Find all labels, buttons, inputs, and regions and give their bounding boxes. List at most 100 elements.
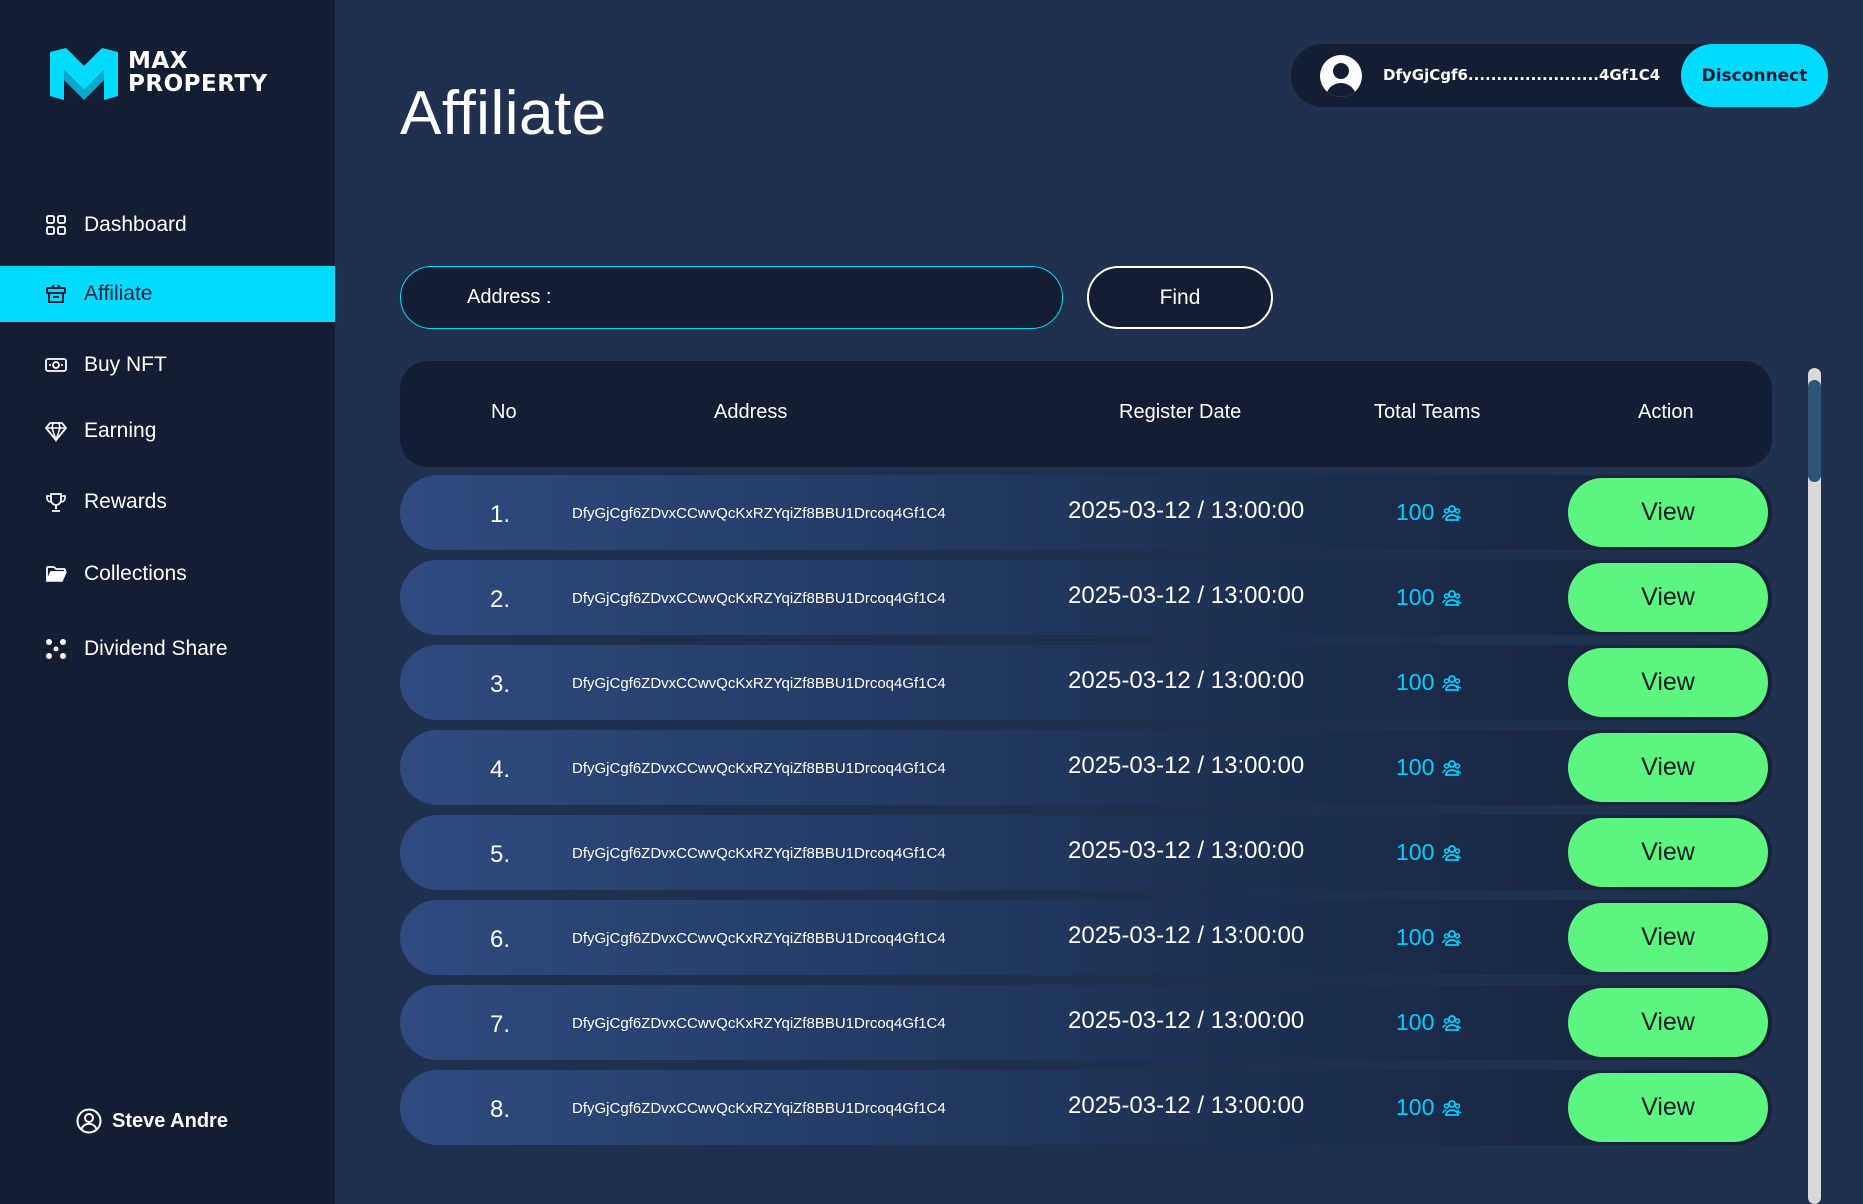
user-profile[interactable]: Steve Andre <box>76 1108 228 1134</box>
teams-count: 100 <box>1396 754 1435 780</box>
row-number: 6. <box>490 926 511 953</box>
sidebar: MAX PROPERTY Dashboard Affiliate Buy NFT… <box>0 0 335 1204</box>
row-address: DfyGjCgf6ZDvxCCwvQcKxRZYqiZf8BBU1Drcoq4G… <box>572 930 946 947</box>
logo-mark-icon <box>50 48 118 100</box>
sidebar-item-label: Dividend Share <box>84 637 228 660</box>
teams-count: 100 <box>1396 1094 1435 1120</box>
sidebar-item-earning[interactable]: Earning <box>0 403 335 459</box>
row-address: DfyGjCgf6ZDvxCCwvQcKxRZYqiZf8BBU1Drcoq4G… <box>572 590 946 607</box>
row-register-date: 2025-03-12 / 13:00:00 <box>1068 1007 1305 1034</box>
sidebar-item-label: Buy NFT <box>84 353 167 376</box>
sidebar-item-rewards[interactable]: Rewards <box>0 474 335 530</box>
share-icon <box>45 638 67 660</box>
row-register-date: 2025-03-12 / 13:00:00 <box>1068 497 1305 524</box>
table-row: 8. DfyGjCgf6ZDvxCCwvQcKxRZYqiZf8BBU1Drcoq… <box>400 1070 1772 1145</box>
row-total-teams: 100 <box>1396 499 1462 526</box>
team-icon <box>1442 929 1462 946</box>
team-icon <box>1442 759 1462 776</box>
row-register-date: 2025-03-12 / 13:00:00 <box>1068 922 1305 949</box>
sidebar-item-collections[interactable]: Collections <box>0 546 335 602</box>
row-total-teams: 100 <box>1396 1009 1462 1036</box>
scrollbar-thumb[interactable] <box>1808 380 1821 482</box>
row-register-date: 2025-03-12 / 13:00:00 <box>1068 667 1305 694</box>
disconnect-button[interactable]: Disconnect <box>1681 44 1828 107</box>
team-icon <box>1442 1014 1462 1031</box>
row-total-teams: 100 <box>1396 1094 1462 1121</box>
table-row: 1. DfyGjCgf6ZDvxCCwvQcKxRZYqiZf8BBU1Drcoq… <box>400 475 1772 550</box>
view-button[interactable]: View <box>1568 818 1768 887</box>
affiliate-icon <box>45 283 67 305</box>
address-input[interactable] <box>561 279 1045 319</box>
row-register-date: 2025-03-12 / 13:00:00 <box>1068 582 1305 609</box>
user-name: Steve Andre <box>112 1109 228 1132</box>
find-button[interactable]: Find <box>1087 266 1273 329</box>
page-title: Affiliate <box>400 79 607 148</box>
view-button[interactable]: View <box>1568 1073 1768 1142</box>
row-address: DfyGjCgf6ZDvxCCwvQcKxRZYqiZf8BBU1Drcoq4G… <box>572 845 946 862</box>
row-number: 5. <box>490 841 511 868</box>
view-button[interactable]: View <box>1568 563 1768 632</box>
avatar[interactable] <box>1320 55 1362 97</box>
sidebar-item-affiliate[interactable]: Affiliate <box>0 266 335 322</box>
team-icon <box>1442 504 1462 521</box>
team-icon <box>1442 1099 1462 1116</box>
sidebar-item-dividend-share[interactable]: Dividend Share <box>0 621 335 677</box>
table-header: No Address Register Date Total Teams Act… <box>400 361 1772 467</box>
teams-count: 100 <box>1396 1009 1435 1035</box>
view-button[interactable]: View <box>1568 903 1768 972</box>
address-label: Address : <box>467 286 552 308</box>
table-row: 4. DfyGjCgf6ZDvxCCwvQcKxRZYqiZf8BBU1Drcoq… <box>400 730 1772 805</box>
teams-count: 100 <box>1396 584 1435 610</box>
money-icon <box>45 354 67 376</box>
column-header-address: Address <box>714 401 788 423</box>
table-row: 5. DfyGjCgf6ZDvxCCwvQcKxRZYqiZf8BBU1Drcoq… <box>400 815 1772 890</box>
sidebar-item-buy-nft[interactable]: Buy NFT <box>0 337 335 393</box>
sidebar-item-label: Affiliate <box>84 282 153 305</box>
sidebar-item-label: Collections <box>84 562 187 585</box>
row-number: 7. <box>490 1011 511 1038</box>
row-address: DfyGjCgf6ZDvxCCwvQcKxRZYqiZf8BBU1Drcoq4G… <box>572 505 946 522</box>
wallet-address: DfyGjCgf6.......................4Gf1C4 <box>1383 66 1661 84</box>
sidebar-item-dashboard[interactable]: Dashboard <box>0 197 335 253</box>
address-search[interactable]: Address : <box>400 266 1063 329</box>
row-number: 3. <box>490 671 511 698</box>
row-address: DfyGjCgf6ZDvxCCwvQcKxRZYqiZf8BBU1Drcoq4G… <box>572 1015 946 1032</box>
scrollbar-track[interactable] <box>1808 368 1821 1204</box>
team-icon <box>1442 589 1462 606</box>
row-total-teams: 100 <box>1396 839 1462 866</box>
column-header-register-date: Register Date <box>1119 401 1242 423</box>
brand-logo[interactable]: MAX PROPERTY <box>46 44 268 102</box>
sidebar-item-label: Dashboard <box>84 213 187 236</box>
teams-count: 100 <box>1396 924 1435 950</box>
table-row: 2. DfyGjCgf6ZDvxCCwvQcKxRZYqiZf8BBU1Drcoq… <box>400 560 1772 635</box>
row-total-teams: 100 <box>1396 584 1462 611</box>
row-total-teams: 100 <box>1396 924 1462 951</box>
wallet-panel: DfyGjCgf6.......................4Gf1C4 D… <box>1291 44 1828 107</box>
view-button[interactable]: View <box>1568 988 1768 1057</box>
row-total-teams: 100 <box>1396 754 1462 781</box>
row-number: 1. <box>490 501 511 528</box>
row-address: DfyGjCgf6ZDvxCCwvQcKxRZYqiZf8BBU1Drcoq4G… <box>572 760 946 777</box>
sidebar-item-label: Earning <box>84 419 157 442</box>
row-register-date: 2025-03-12 / 13:00:00 <box>1068 1092 1305 1119</box>
column-header-total-teams: Total Teams <box>1374 401 1481 423</box>
view-button[interactable]: View <box>1568 648 1768 717</box>
teams-count: 100 <box>1396 839 1435 865</box>
column-header-no: No <box>491 401 517 423</box>
team-icon <box>1442 674 1462 691</box>
view-button[interactable]: View <box>1568 733 1768 802</box>
diamond-icon <box>45 420 67 442</box>
row-number: 2. <box>490 586 511 613</box>
teams-count: 100 <box>1396 669 1435 695</box>
trophy-icon <box>45 491 67 513</box>
row-number: 4. <box>490 756 511 783</box>
row-register-date: 2025-03-12 / 13:00:00 <box>1068 752 1305 779</box>
table-row: 3. DfyGjCgf6ZDvxCCwvQcKxRZYqiZf8BBU1Drcoq… <box>400 645 1772 720</box>
teams-count: 100 <box>1396 499 1435 525</box>
row-register-date: 2025-03-12 / 13:00:00 <box>1068 837 1305 864</box>
table-row: 7. DfyGjCgf6ZDvxCCwvQcKxRZYqiZf8BBU1Drcoq… <box>400 985 1772 1060</box>
view-button[interactable]: View <box>1568 478 1768 547</box>
brand-name: MAX PROPERTY <box>128 48 268 97</box>
team-icon <box>1442 844 1462 861</box>
sidebar-item-label: Rewards <box>84 490 167 513</box>
